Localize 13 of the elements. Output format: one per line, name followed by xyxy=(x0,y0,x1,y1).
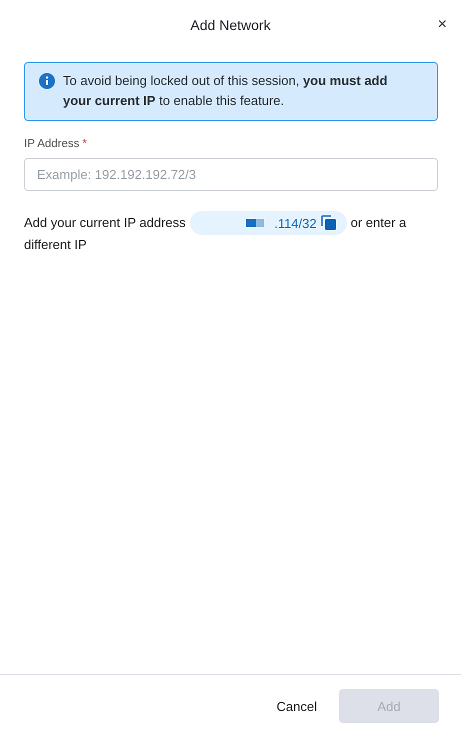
cancel-button[interactable]: Cancel xyxy=(266,689,327,723)
ip-address-field[interactable]: Example: 192.192.192.72/3 xyxy=(24,158,438,191)
copy-icon xyxy=(320,215,337,231)
field-label: IP Address xyxy=(24,138,80,150)
hint-text: different IP xyxy=(24,236,87,254)
close-button[interactable]: × xyxy=(434,15,451,35)
hint-text: Add your current IP address xyxy=(24,214,186,232)
hint-text: or enter a xyxy=(350,214,406,232)
alert-message: To avoid being locked out of this session, you must add your current IP to enable this feature. xyxy=(63,72,388,110)
current-ip-chip[interactable]: .114/32 xyxy=(190,211,347,235)
dialog-title: Add Network xyxy=(190,17,271,33)
required-mark: * xyxy=(82,138,87,150)
info-icon xyxy=(39,73,55,89)
